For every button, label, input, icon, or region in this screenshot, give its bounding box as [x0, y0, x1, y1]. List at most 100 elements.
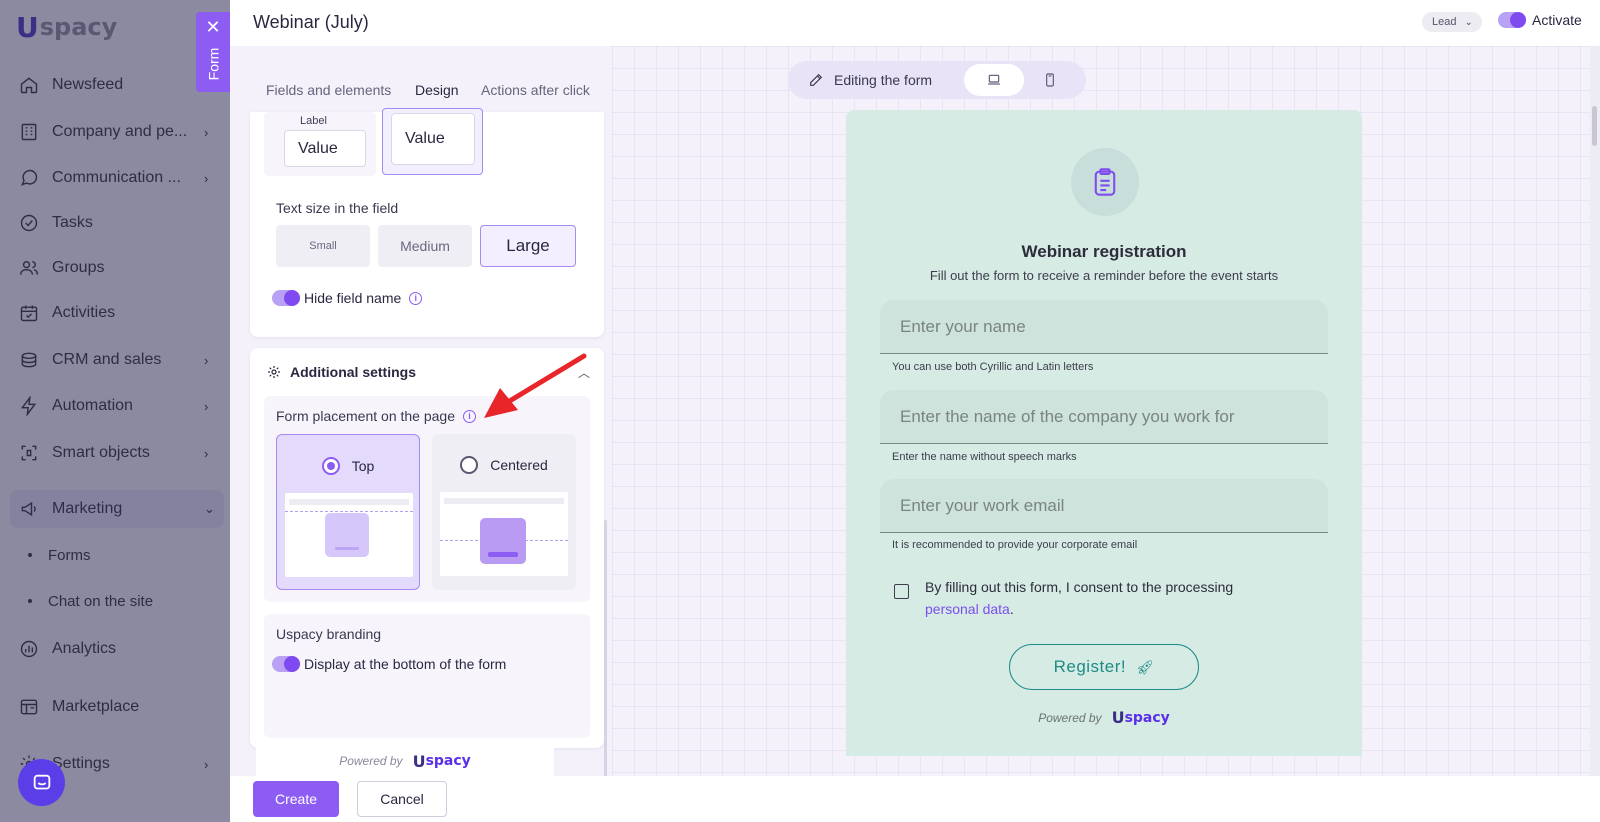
page-title: Webinar (July): [253, 12, 369, 32]
settings-scrollbar[interactable]: [604, 520, 607, 820]
form-preview-subtitle: Fill out the form to receive a reminder …: [929, 268, 1279, 283]
toggle-switch[interactable]: [1498, 12, 1526, 28]
megaphone-icon: [18, 498, 40, 520]
sidebar-item-smart-objects[interactable]: Smart objects ›: [18, 439, 218, 467]
calendar-icon: [18, 302, 40, 324]
rocket-icon: 🚀︎: [1136, 658, 1155, 675]
consent-checkbox[interactable]: [894, 584, 909, 599]
text-size-large-button[interactable]: Large: [480, 225, 576, 267]
uspacy-logo[interactable]: Uspacy: [16, 10, 118, 44]
sidebar-item-label: Marketing: [52, 500, 123, 517]
placement-title-row: Form placement on the page i: [276, 408, 476, 424]
email-field[interactable]: Enter your work email: [880, 479, 1328, 533]
tab-actions-after-click[interactable]: Actions after click: [481, 82, 590, 98]
sidebar-subitem-forms[interactable]: Forms: [28, 543, 91, 567]
bullet-dot: [28, 553, 32, 557]
chart-icon: [18, 638, 40, 660]
sidebar-subitem-label: Forms: [48, 546, 91, 564]
brand-letter: U: [1111, 708, 1125, 727]
email-field-hint: It is recommended to provide your corpor…: [892, 539, 1138, 551]
sidebar-item-groups[interactable]: Groups: [18, 254, 218, 282]
consent-text-block: By filling out this form, I consent to t…: [925, 576, 1233, 620]
tab-fields-and-elements[interactable]: Fields and elements: [266, 82, 391, 98]
chat-icon: [18, 167, 40, 189]
form-preview-branding: Powered by Uspacy: [846, 708, 1362, 727]
placement-centered-radio-row: Centered: [432, 456, 576, 474]
sidebar-item-activities[interactable]: Activities: [18, 299, 218, 327]
info-icon[interactable]: i: [409, 291, 423, 305]
coins-icon: [18, 349, 40, 371]
sidebar-item-tasks[interactable]: Tasks: [18, 209, 218, 237]
name-field-hint: You can use both Cyrillic and Latin lett…: [892, 361, 1094, 373]
smart-object-icon: [18, 442, 40, 464]
chevron-right-icon: ›: [204, 398, 209, 414]
brand-text: spacy: [1124, 709, 1170, 726]
sidebar-item-marketplace[interactable]: Marketplace: [18, 693, 218, 721]
hide-field-name-toggle[interactable]: [272, 290, 300, 306]
chevron-right-icon: ›: [204, 445, 209, 461]
sidebar-item-analytics[interactable]: Analytics: [18, 635, 218, 663]
editing-mode-label: Editing the form: [834, 72, 933, 88]
register-button[interactable]: Register! 🚀︎: [1009, 644, 1199, 690]
sidebar-item-communication[interactable]: Communication ... ›: [18, 164, 218, 192]
consent-text: By filling out this form, I consent to t…: [925, 579, 1234, 595]
name-field[interactable]: Enter your name: [880, 300, 1328, 354]
editing-mode-button[interactable]: Editing the form: [808, 61, 932, 99]
desktop-preview-button[interactable]: [964, 64, 1024, 96]
field-style-option-b[interactable]: Value: [382, 108, 483, 175]
settings-tabs: Fields and elements Design Actions after…: [230, 46, 612, 112]
logo-letter: U: [16, 10, 39, 44]
chevron-down-icon: ⌄: [1464, 16, 1473, 28]
company-field[interactable]: Enter the name of the company you work f…: [880, 390, 1328, 444]
radio-button[interactable]: [460, 456, 479, 474]
form-side-tab: ✕ Form: [196, 12, 230, 92]
sidebar-item-label: Smart objects: [52, 444, 150, 461]
radio-button[interactable]: [321, 457, 340, 475]
chevron-right-icon: ›: [204, 124, 209, 140]
chevron-right-icon: ›: [204, 352, 209, 368]
sidebar-item-label: Activities: [52, 304, 116, 321]
text-size-small-button[interactable]: Small: [276, 225, 370, 267]
personal-data-link[interactable]: personal data: [925, 601, 1010, 617]
cancel-button[interactable]: Cancel: [357, 781, 447, 817]
sidebar-item-marketing[interactable]: Marketing ⌄: [18, 495, 218, 523]
bolt-icon: [18, 395, 40, 417]
sidebar: Uspacy Newsfeed Company and pe... › Comm…: [0, 0, 230, 822]
placement-centered-thumbnail: [440, 492, 568, 576]
hide-field-name-row: Hide field name i: [272, 290, 423, 306]
bullet-dot: [28, 599, 32, 603]
support-chat-button[interactable]: [18, 759, 65, 806]
entity-select[interactable]: Lead ⌄: [1422, 12, 1482, 32]
preview-mode-switch: Editing the form: [788, 61, 1086, 99]
bottom-action-bar: Create Cancel: [230, 776, 1600, 822]
tab-design[interactable]: Design: [415, 82, 459, 98]
building-icon: [18, 121, 40, 143]
sidebar-item-crm[interactable]: CRM and sales ›: [18, 346, 218, 374]
check-circle-icon: [18, 212, 40, 234]
sidebar-item-company[interactable]: Company and pe... ›: [18, 118, 218, 146]
additional-settings-header[interactable]: Additional settings: [266, 364, 416, 380]
close-icon[interactable]: ✕: [205, 18, 220, 36]
uspacy-brand-logo: Uspacy: [1112, 708, 1170, 727]
activate-toggle[interactable]: Activate: [1498, 12, 1582, 28]
field-style-option-a[interactable]: Label Value: [264, 112, 376, 176]
chevron-right-icon: ›: [204, 170, 209, 186]
sidebar-item-label: Communication ...: [52, 169, 181, 186]
branding-toggle[interactable]: [272, 656, 300, 672]
placement-top-radio-row: Top: [277, 457, 419, 475]
placement-option-top[interactable]: Top: [276, 434, 420, 590]
sidebar-subitem-chat[interactable]: Chat on the site: [28, 589, 153, 613]
placement-option-centered[interactable]: Centered: [432, 434, 576, 590]
preview-scrollbar[interactable]: [1590, 46, 1600, 776]
mobile-preview-button[interactable]: [1034, 64, 1066, 96]
logo-text: spacy: [39, 13, 118, 41]
sidebar-item-newsfeed[interactable]: Newsfeed: [18, 71, 218, 99]
create-button[interactable]: Create: [253, 781, 339, 817]
info-icon[interactable]: i: [463, 409, 476, 423]
sidebar-item-label: Tasks: [52, 214, 93, 231]
clipboard-icon: [1071, 148, 1139, 216]
brand-text: spacy: [425, 753, 471, 769]
activate-label: Activate: [1532, 12, 1582, 28]
text-size-medium-button[interactable]: Medium: [378, 225, 472, 267]
sidebar-item-automation[interactable]: Automation ›: [18, 392, 218, 420]
